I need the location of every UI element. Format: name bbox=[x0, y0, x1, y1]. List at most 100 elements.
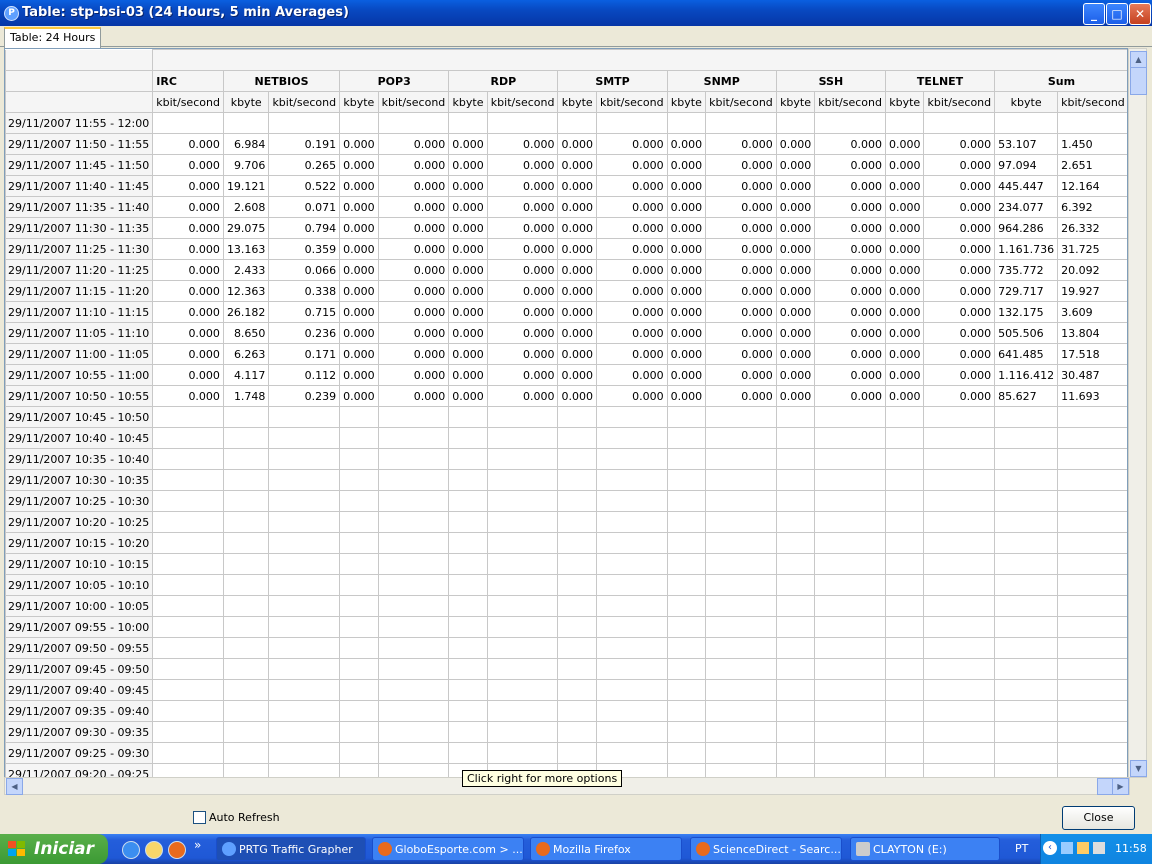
table-row[interactable]: 29/11/2007 10:10 - 10:15 bbox=[5, 553, 1127, 575]
value-cell: 964.286 bbox=[994, 217, 1059, 239]
taskbar-button-globoesporte[interactable]: GloboEsporte.com > ... bbox=[372, 837, 524, 861]
table-row[interactable]: 29/11/2007 11:30 - 11:35 0.000 29.075 0.794… bbox=[5, 217, 1127, 239]
vertical-scrollbar[interactable]: ▲ ▼ bbox=[1128, 48, 1147, 778]
column-group-header[interactable]: Sum bbox=[994, 70, 1127, 92]
table-row[interactable]: 29/11/2007 09:50 - 09:55 bbox=[5, 637, 1127, 659]
unit-header[interactable]: kbit/second bbox=[377, 91, 450, 113]
unit-header[interactable]: kbyte bbox=[666, 91, 707, 113]
prtg-icon[interactable]: P bbox=[4, 6, 19, 21]
scroll-up-button[interactable]: ▲ bbox=[1130, 51, 1147, 68]
table-row[interactable]: 29/11/2007 10:50 - 10:55 0.000 1.748 0.239 0… bbox=[5, 385, 1127, 407]
value-cell: 445.447 bbox=[994, 175, 1059, 197]
unit-header[interactable]: kbit/second bbox=[814, 91, 886, 113]
table-row[interactable]: 29/11/2007 09:55 - 10:00 bbox=[5, 616, 1127, 638]
unit-header[interactable]: kbyte bbox=[884, 91, 925, 113]
clock[interactable]: 11:58 bbox=[1115, 842, 1147, 855]
maximize-button[interactable]: □ bbox=[1106, 3, 1128, 25]
value-cell bbox=[705, 112, 777, 134]
column-group-header[interactable]: TELNET bbox=[884, 70, 996, 92]
unit-header[interactable]: kbit/second bbox=[595, 91, 668, 113]
unit-header[interactable]: kbyte bbox=[994, 91, 1059, 113]
table-row[interactable]: 29/11/2007 11:45 - 11:50 0.000 9.706 0.265 0… bbox=[5, 154, 1127, 176]
table-row[interactable]: 29/11/2007 10:00 - 10:05 bbox=[5, 595, 1127, 617]
table-row[interactable]: 29/11/2007 09:45 - 09:50 bbox=[5, 658, 1127, 680]
tray-expand-icon[interactable]: ‹ bbox=[1043, 841, 1057, 855]
close-window-button[interactable]: ✕ bbox=[1129, 3, 1151, 25]
taskbar-button-firefox[interactable]: Mozilla Firefox bbox=[530, 837, 682, 861]
table-row[interactable]: 29/11/2007 10:30 - 10:35 bbox=[5, 469, 1127, 491]
value-cell bbox=[557, 490, 597, 512]
table-row[interactable]: 29/11/2007 11:55 - 12:00 bbox=[5, 112, 1127, 134]
table-row[interactable]: 29/11/2007 09:25 - 09:30 bbox=[5, 742, 1127, 764]
table-row[interactable]: 29/11/2007 10:15 - 10:20 bbox=[5, 532, 1127, 554]
auto-refresh-label[interactable]: Auto Refresh bbox=[209, 811, 280, 824]
network-icon[interactable] bbox=[1061, 842, 1073, 854]
unit-header[interactable]: kbyte bbox=[222, 91, 270, 113]
minimize-button[interactable]: _ bbox=[1083, 3, 1105, 25]
table-row[interactable]: 29/11/2007 11:00 - 11:05 0.000 6.263 0.171 0… bbox=[5, 343, 1127, 365]
table-row[interactable]: 29/11/2007 09:30 - 09:35 bbox=[5, 721, 1127, 743]
scroll-left-button[interactable]: ◀ bbox=[6, 778, 23, 795]
value-cell bbox=[775, 595, 816, 617]
unit-header[interactable]: kbyte bbox=[339, 91, 379, 113]
unit-header[interactable]: kbyte bbox=[557, 91, 597, 113]
value-cell: 0.000 bbox=[775, 280, 816, 302]
table-row[interactable]: 29/11/2007 10:20 - 10:25 bbox=[5, 511, 1127, 533]
unit-header[interactable]: kbyte bbox=[775, 91, 816, 113]
scroll-thumb[interactable] bbox=[1130, 67, 1147, 95]
value-cell bbox=[994, 448, 1059, 470]
taskbar-button-sciencedirect[interactable]: ScienceDirect - Searc... bbox=[690, 837, 842, 861]
unit-header[interactable]: kbit/second bbox=[705, 91, 777, 113]
table-row[interactable]: 29/11/2007 11:05 - 11:10 0.000 8.650 0.236 0… bbox=[5, 322, 1127, 344]
unit-header[interactable]: kbit/second bbox=[923, 91, 996, 113]
column-group-header[interactable]: NETBIOS bbox=[222, 70, 341, 92]
scroll-down-button[interactable]: ▼ bbox=[1130, 760, 1147, 777]
table-row[interactable]: 29/11/2007 10:35 - 10:40 bbox=[5, 448, 1127, 470]
column-group-header[interactable]: SMTP bbox=[557, 70, 668, 92]
unit-header[interactable]: kbit/second bbox=[268, 91, 341, 113]
table-row[interactable]: 29/11/2007 10:55 - 11:00 0.000 4.117 0.112 0… bbox=[5, 364, 1127, 386]
column-group-header[interactable]: POP3 bbox=[339, 70, 450, 92]
column-group-header[interactable]: IRC bbox=[152, 70, 224, 92]
table-row[interactable]: 29/11/2007 10:25 - 10:30 bbox=[5, 490, 1127, 512]
unit-header[interactable]: kbit/second bbox=[486, 91, 559, 113]
unit-header[interactable]: kbit/second bbox=[152, 91, 224, 113]
close-button[interactable]: Close bbox=[1062, 806, 1135, 830]
taskbar-button-prtg[interactable]: PRTG Traffic Grapher bbox=[216, 837, 366, 861]
scroll-right-button[interactable]: ▶ bbox=[1112, 778, 1129, 795]
value-cell: 1.748 bbox=[222, 385, 270, 407]
table-row[interactable]: 29/11/2007 11:50 - 11:55 0.000 6.984 0.191 0… bbox=[5, 133, 1127, 155]
horizontal-scroll-thumb[interactable] bbox=[1097, 778, 1113, 795]
unit-header[interactable]: kbit/second bbox=[1057, 91, 1127, 113]
table-row[interactable]: 29/11/2007 11:10 - 11:15 0.000 26.182 0.715… bbox=[5, 301, 1127, 323]
value-cell bbox=[1057, 700, 1127, 722]
quick-launch-more[interactable]: » bbox=[194, 838, 201, 852]
table-row[interactable]: 29/11/2007 11:15 - 11:20 0.000 12.363 0.338… bbox=[5, 280, 1127, 302]
taskbar-button-clayton-drive[interactable]: CLAYTON (E:) bbox=[850, 837, 1000, 861]
table-row[interactable]: 29/11/2007 11:35 - 11:40 0.000 2.608 0.071 0… bbox=[5, 196, 1127, 218]
unit-header[interactable]: kbyte bbox=[448, 91, 488, 113]
auto-refresh-checkbox[interactable] bbox=[193, 811, 206, 824]
ie-icon[interactable] bbox=[122, 841, 140, 859]
outlook-icon[interactable] bbox=[145, 841, 163, 859]
volume-icon[interactable] bbox=[1093, 842, 1105, 854]
title-bar[interactable]: P Table: stp-bsi-03 (24 Hours, 5 min Ave… bbox=[0, 0, 1152, 26]
table-row[interactable]: 29/11/2007 10:45 - 10:50 bbox=[5, 406, 1127, 428]
table-row[interactable]: 29/11/2007 10:05 - 10:10 bbox=[5, 574, 1127, 596]
table-row[interactable]: 29/11/2007 11:25 - 11:30 0.000 13.163 0.359… bbox=[5, 238, 1127, 260]
column-group-header[interactable]: RDP bbox=[448, 70, 559, 92]
column-group-header[interactable]: SSH bbox=[775, 70, 886, 92]
table-row[interactable]: 29/11/2007 10:40 - 10:45 bbox=[5, 427, 1127, 449]
column-group-header[interactable]: SNMP bbox=[666, 70, 777, 92]
firefox-icon[interactable] bbox=[168, 841, 186, 859]
tab-24-hours[interactable]: Table: 24 Hours bbox=[4, 27, 102, 48]
value-cell bbox=[775, 490, 816, 512]
table-row[interactable]: 29/11/2007 09:40 - 09:45 bbox=[5, 679, 1127, 701]
table-row[interactable]: 29/11/2007 11:40 - 11:45 0.000 19.121 0.522… bbox=[5, 175, 1127, 197]
table-row[interactable]: 29/11/2007 09:35 - 09:40 bbox=[5, 700, 1127, 722]
data-table-container[interactable]: IRCNETBIOSPOP3RDPSMTPSNMPSSHTELNETSumCov… bbox=[4, 48, 1128, 778]
language-indicator[interactable]: PT bbox=[1015, 842, 1028, 855]
shield-icon[interactable] bbox=[1077, 842, 1089, 854]
table-row[interactable]: 29/11/2007 11:20 - 11:25 0.000 2.433 0.066 0… bbox=[5, 259, 1127, 281]
start-button[interactable]: Iniciar bbox=[0, 834, 108, 864]
